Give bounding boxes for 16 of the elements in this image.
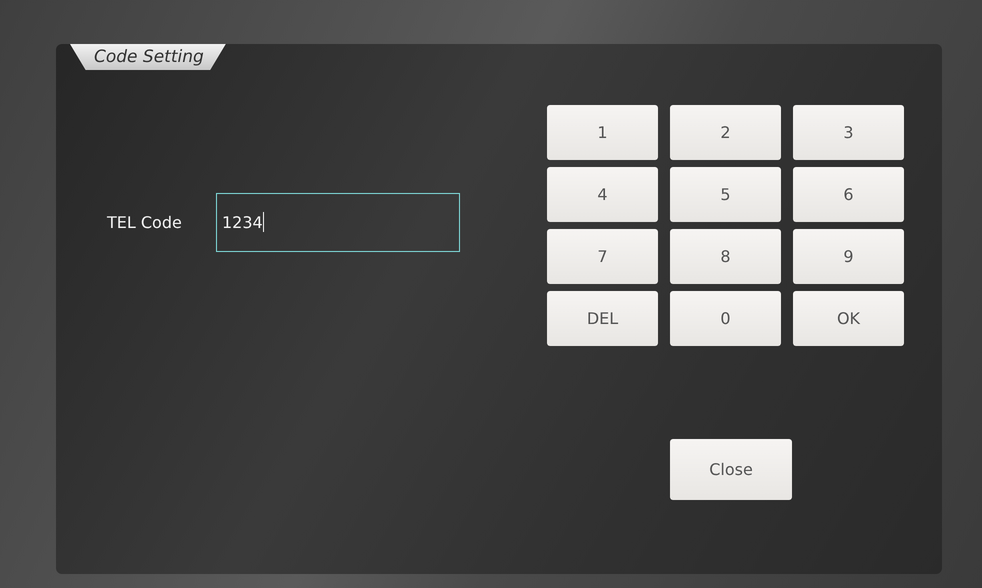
close-button[interactable]: Close [670,439,792,500]
keypad-key[interactable]: 8 [670,229,781,284]
keypad-key[interactable]: 2 [670,105,781,160]
keypad-key[interactable]: 3 [793,105,904,160]
field-label: TEL Code [107,212,183,232]
keypad-key[interactable]: 0 [670,291,781,346]
dialog-title: Code Setting [70,44,226,70]
keypad-key[interactable]: 9 [793,229,904,284]
keypad-key[interactable]: 7 [547,229,658,284]
keypad-key[interactable]: 6 [793,167,904,222]
input-field[interactable]: 1234 [216,192,460,252]
keypad-key[interactable]: 4 [547,167,658,222]
keypad-key[interactable]: 5 [670,167,781,222]
keypad-key[interactable]: DEL [547,291,658,346]
keypad-key[interactable]: 1 [547,105,658,160]
keypad-key[interactable]: OK [793,291,904,346]
